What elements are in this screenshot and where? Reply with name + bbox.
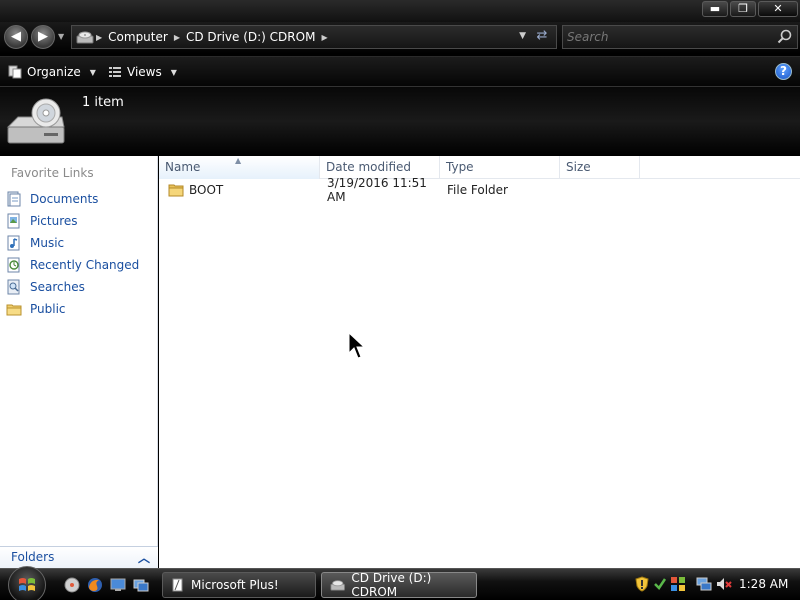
nav-item-label: Music	[30, 236, 65, 250]
taskbar: Microsoft Plus! CD Drive (D:) CDROM 1:28…	[0, 566, 800, 600]
windows-logo-icon	[19, 578, 35, 591]
column-header-label: Name	[165, 160, 201, 174]
mouse-cursor-icon	[348, 332, 366, 359]
breadcrumb-cd-drive[interactable]: CD Drive (D:) CDROM	[186, 30, 315, 44]
organize-label: Organize	[27, 65, 81, 79]
address-row: ◀ ▶ ▼ ▶ Computer ▶ CD Drive (D:) CDROM ▶…	[0, 22, 800, 54]
breadcrumb-arrow-icon[interactable]: ▶	[321, 33, 327, 42]
caption-buttons: ▬ ❐ ✕	[702, 1, 798, 17]
nav-item-label: Public	[30, 302, 66, 316]
switch-windows-icon[interactable]	[133, 577, 149, 593]
column-header-type[interactable]: Type	[440, 156, 560, 179]
breadcrumb: ▶ Computer ▶ CD Drive (D:) CDROM ▶	[96, 30, 328, 44]
close-button[interactable]: ✕	[758, 1, 798, 17]
searches-icon	[7, 279, 20, 295]
cd-drive-icon	[76, 31, 94, 44]
task-label: Microsoft Plus!	[191, 578, 279, 592]
update-icon[interactable]	[652, 576, 668, 592]
taskbar-clock[interactable]: 1:28 AM	[739, 577, 788, 591]
folders-toggle[interactable]: Folders ︿	[0, 546, 158, 568]
nav-item-recently-changed[interactable]: Recently Changed	[6, 254, 139, 276]
breadcrumb-arrow-icon[interactable]: ▶	[96, 33, 102, 42]
column-header-name[interactable]: ▲ Name	[159, 156, 320, 179]
breadcrumb-computer[interactable]: Computer	[108, 30, 168, 44]
recent-pages-dropdown[interactable]: ▼	[58, 32, 64, 41]
forward-button[interactable]: ▶	[31, 25, 55, 49]
volume-muted-icon[interactable]	[716, 576, 732, 592]
organize-button[interactable]: Organize ▼	[8, 62, 96, 82]
start-button[interactable]	[8, 566, 46, 600]
file-date-modified: 3/19/2016 11:51 AM	[327, 176, 427, 204]
help-button[interactable]: ?	[775, 63, 792, 80]
file-row[interactable]: BOOT 3/19/2016 11:51 AM File Folder	[159, 176, 800, 204]
views-label: Views	[127, 65, 162, 79]
nav-item-public[interactable]: Public	[6, 298, 139, 320]
nav-item-label: Pictures	[30, 214, 78, 228]
organize-dropdown-icon: ▼	[89, 67, 96, 77]
file-name: BOOT	[189, 183, 224, 197]
nav-item-pictures[interactable]: Pictures	[6, 210, 139, 232]
forward-arrow-icon: ▶	[38, 29, 48, 44]
views-dropdown-icon[interactable]: ▼	[171, 68, 177, 77]
taskbar-button-microsoft-plus[interactable]: Microsoft Plus!	[162, 572, 316, 598]
public-folder-icon	[6, 304, 22, 316]
column-header-label: Date modified	[326, 160, 412, 174]
desktop-icon[interactable]	[110, 577, 126, 593]
taskbar-button-cd-drive[interactable]: CD Drive (D:) CDROM	[321, 571, 477, 599]
system-tray: 1:28 AM	[630, 573, 800, 597]
column-header-label: Size	[566, 160, 591, 174]
chevron-up-icon: ︿	[137, 551, 150, 565]
nav-item-searches[interactable]: Searches	[6, 276, 139, 298]
music-icon	[7, 235, 20, 251]
folder-icon	[168, 184, 184, 197]
minimize-button[interactable]: ▬	[702, 1, 728, 17]
address-bar[interactable]: ▶ Computer ▶ CD Drive (D:) CDROM ▶ ▼ ⇄	[71, 25, 557, 49]
nav-item-label: Recently Changed	[30, 258, 140, 272]
column-headers: ▲ Name Date modified Type Size	[159, 156, 800, 179]
file-type: File Folder	[447, 183, 508, 197]
nav-item-music[interactable]: Music	[6, 232, 139, 254]
details-header: 1 item	[0, 86, 800, 156]
task-label: CD Drive (D:) CDROM	[351, 571, 432, 599]
address-dropdown-icon[interactable]: ▼	[519, 31, 526, 41]
favorite-links-list: Documents Pictures Music Recently Change…	[6, 188, 139, 320]
views-button[interactable]: Views ▼	[108, 62, 177, 82]
file-list: ▲ Name Date modified Type Size BOOT 3/19…	[159, 156, 800, 568]
search-input[interactable]	[567, 29, 767, 45]
title-bar: ▬ ❐ ✕	[0, 0, 800, 22]
folders-label: Folders	[11, 550, 55, 564]
security-shield-icon[interactable]	[634, 576, 650, 592]
firefox-icon[interactable]	[87, 577, 103, 593]
navigation-pane: Favorite Links Documents Pictures Music …	[0, 156, 158, 568]
command-bar: Organize ▼ Views ▼ ?	[0, 56, 800, 86]
cd-drive-icon	[330, 580, 345, 591]
documents-icon	[7, 191, 21, 207]
nav-item-label: Searches	[30, 280, 85, 294]
nav-item-documents[interactable]: Documents	[6, 188, 139, 210]
back-arrow-icon: ◀	[11, 29, 21, 44]
column-header-size[interactable]: Size	[560, 156, 640, 179]
nav-item-label: Documents	[30, 192, 99, 206]
network-icon[interactable]	[696, 576, 712, 592]
item-count: 1 item	[82, 95, 124, 110]
search-icon[interactable]	[777, 29, 793, 45]
back-button[interactable]: ◀	[4, 25, 28, 49]
recently-changed-icon	[7, 257, 20, 273]
document-icon	[172, 578, 183, 592]
breadcrumb-arrow-icon[interactable]: ▶	[174, 33, 180, 42]
views-icon	[109, 67, 121, 77]
show-desktop-icon[interactable]	[64, 577, 80, 593]
refresh-icon[interactable]: ⇄	[532, 28, 552, 46]
search-box	[562, 25, 798, 49]
favorite-links-heading: Favorite Links	[11, 166, 94, 180]
pictures-icon	[7, 213, 20, 229]
column-header-label: Type	[446, 160, 474, 174]
organize-icon	[8, 65, 22, 79]
file-name-cell: BOOT	[159, 183, 320, 197]
cd-drive-large-icon	[6, 98, 65, 144]
windows-flag-icon[interactable]	[670, 576, 686, 592]
sort-ascending-icon: ▲	[235, 156, 242, 165]
maximize-button[interactable]: ❐	[730, 1, 756, 17]
